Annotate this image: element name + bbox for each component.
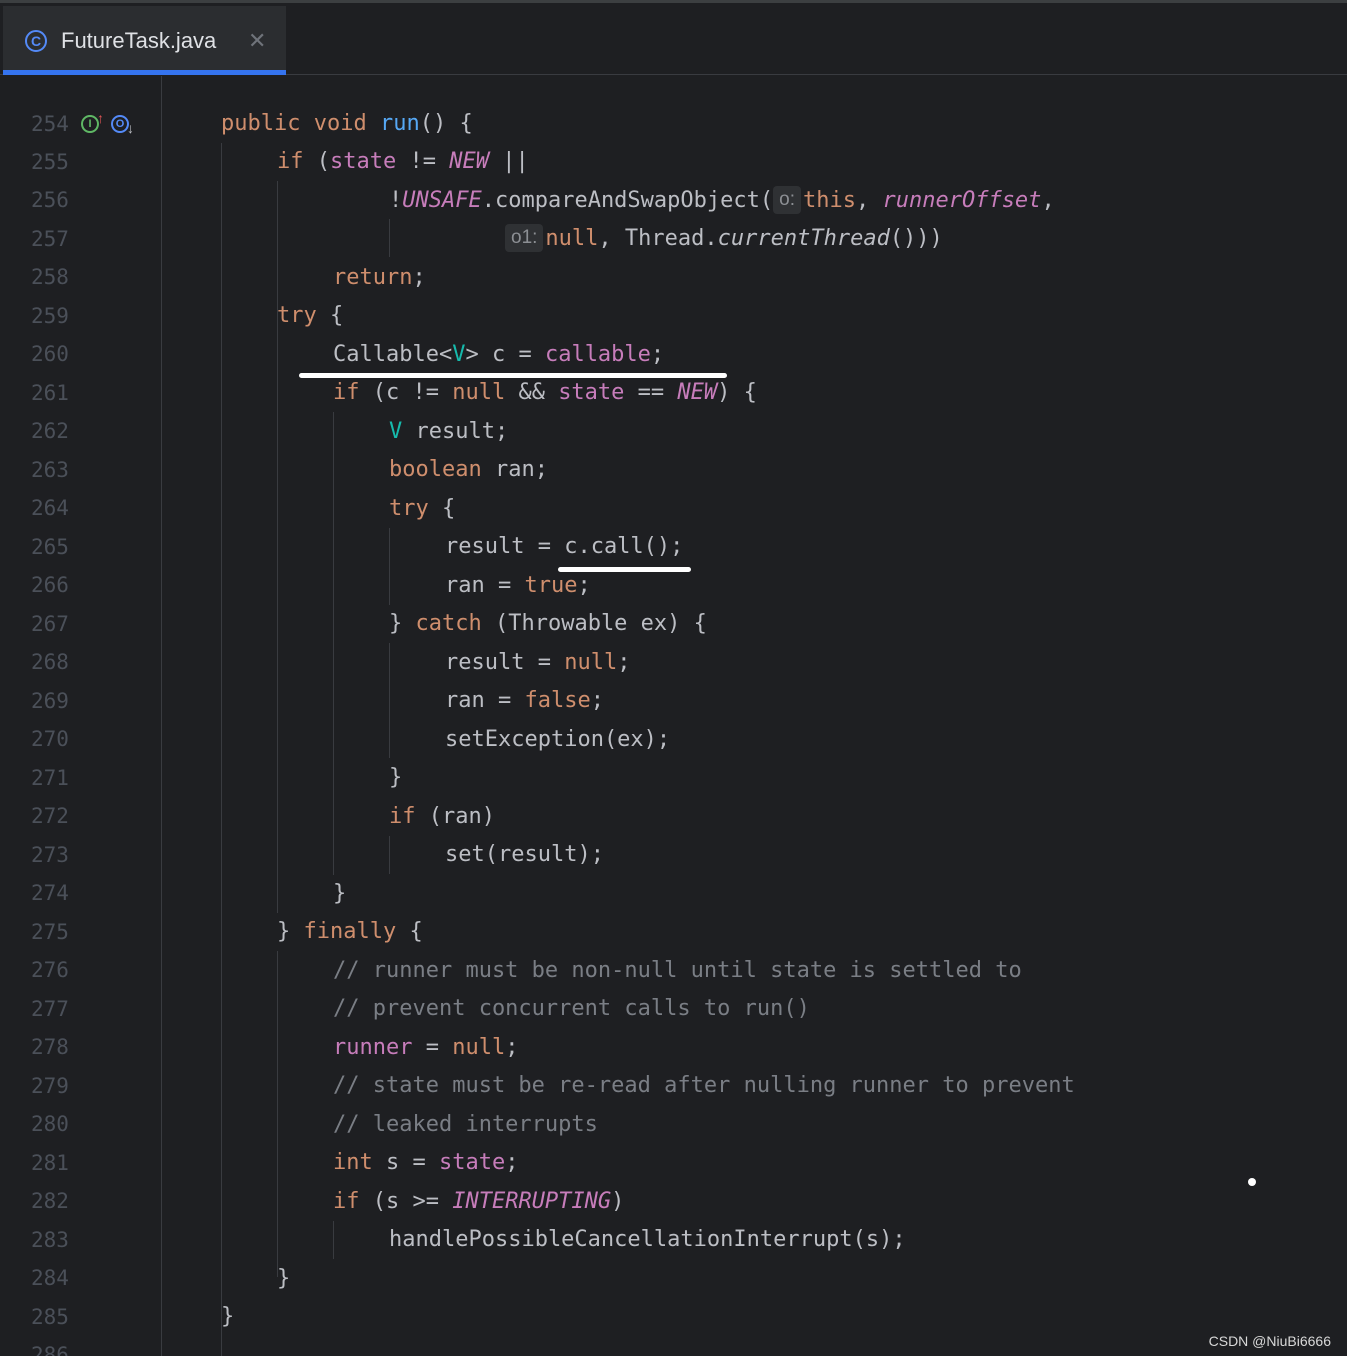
code-text: }: [333, 881, 347, 906]
code-line: 255 I ↑ O ↓ public void run() {: [3, 105, 1347, 174]
code-text: }: [221, 1304, 235, 1329]
code-line: 277 // runner must be non-null until sta…: [3, 952, 1347, 1021]
code-line: 256 if (state != NEW ||: [3, 143, 1347, 212]
code-line: 269 result = null;: [3, 644, 1347, 713]
code-line: 284 handlePossibleCancellationInterrupt(…: [3, 1221, 1347, 1290]
code-line: 280 // state must be re-read after nulli…: [3, 1067, 1347, 1136]
code-line: 285 }: [3, 1260, 1347, 1329]
code-text: boolean ran;: [389, 457, 548, 482]
code-text: set(result);: [445, 842, 604, 867]
editor-tab-bar: C FutureTask.java ✕: [0, 3, 1347, 75]
cursor-dot: [1248, 1178, 1256, 1186]
parameter-hint: o1:: [505, 224, 544, 252]
code-line: 262 if (c != null && state == NEW) {: [3, 374, 1347, 443]
code-line: 257 !UNSAFE.compareAndSwapObject(o: this,…: [3, 182, 1347, 251]
code-text: if (ran): [389, 804, 495, 829]
code-line: 265 try {: [3, 490, 1347, 559]
code-comment: // runner must be non-null until state i…: [333, 958, 1022, 983]
code-line: 272 }: [3, 759, 1347, 828]
code-text: result = null;: [445, 650, 631, 675]
code-text: handlePossibleCancellationInterrupt(s);: [389, 1227, 906, 1252]
code-text: o1: null, Thread.currentThread())): [505, 220, 943, 258]
underline-annotation: [299, 373, 727, 378]
code-line: 281 // leaked interrupts: [3, 1106, 1347, 1175]
code-line: 278 // prevent concurrent calls to run(): [3, 990, 1347, 1059]
code-text: try {: [277, 303, 344, 328]
code-comment: // state must be re-read after nulling r…: [333, 1073, 1075, 1098]
code-line: 279 runner = null;: [3, 1029, 1347, 1098]
code-line: 274 set(result);: [3, 836, 1347, 905]
code-text: public void run() {: [221, 111, 473, 136]
code-text: }: [277, 1266, 291, 1291]
code-text: } finally {: [277, 919, 423, 944]
code-text: return;: [333, 265, 426, 290]
code-line: 267 ran = true;: [3, 567, 1347, 636]
arrow-up-icon: ↑: [97, 110, 104, 126]
code-text: int s = state;: [333, 1150, 519, 1175]
code-text: setException(ex);: [445, 727, 671, 752]
watermark: CSDN @NiuBi6666: [1208, 1333, 1331, 1349]
code-text: !UNSAFE.compareAndSwapObject(o: this, run…: [389, 186, 1055, 214]
code-line: 261 Callable<V> c = callable;: [3, 336, 1347, 405]
code-line: 266 result = c.call();: [3, 528, 1347, 597]
code-text: try {: [389, 496, 456, 521]
code-text: runner = null;: [333, 1035, 519, 1060]
code-line: 264 boolean ran;: [3, 451, 1347, 520]
code-line: 268 } catch (Throwable ex) {: [3, 605, 1347, 674]
code-line: 258 o1: null, Thread.currentThread())): [3, 220, 1347, 289]
code-text: } catch (Throwable ex) {: [389, 611, 707, 636]
code-comment: // prevent concurrent calls to run(): [333, 996, 810, 1021]
arrow-down-icon: ↓: [127, 120, 134, 136]
code-line: 287: [3, 1337, 1347, 1356]
code-text: if (s >= INTERRUPTING): [333, 1189, 625, 1214]
code-text: result = c.call();: [445, 534, 684, 559]
close-icon[interactable]: ✕: [248, 28, 266, 54]
tab-label: FutureTask.java: [61, 28, 217, 53]
code-line: 282 int s = state;: [3, 1144, 1347, 1213]
class-c-icon: C: [25, 30, 47, 52]
code-text: ran = false;: [445, 688, 604, 713]
code-text: }: [389, 765, 403, 790]
code-line: 286 }: [3, 1298, 1347, 1356]
code-comment: // leaked interrupts: [333, 1112, 598, 1137]
underline-annotation: [558, 567, 691, 572]
code-editor[interactable]: 254 255 I ↑ O ↓ public void run() { 256 …: [3, 76, 1347, 1356]
code-line: 254: [3, 76, 1347, 136]
code-line: 275 }: [3, 875, 1347, 944]
parameter-hint: o:: [773, 186, 801, 214]
code-line: 283 if (s >= INTERRUPTING): [3, 1183, 1347, 1252]
code-line: 260 try {: [3, 297, 1347, 366]
code-text: V result;: [389, 419, 509, 444]
code-line: 263 V result;: [3, 413, 1347, 482]
gutter-icons: I ↑ O ↓: [81, 105, 160, 143]
code-line: 276 } finally {: [3, 913, 1347, 982]
code-text: ran = true;: [445, 573, 591, 598]
code-text: Callable<V> c = callable;: [333, 342, 665, 367]
code-line: 273 if (ran): [3, 798, 1347, 867]
code-line: 259 return;: [3, 259, 1347, 328]
tab-futuretask-java[interactable]: C FutureTask.java ✕: [3, 6, 286, 75]
code-text: if (state != NEW ||: [277, 149, 529, 174]
code-line: 271 setException(ex);: [3, 721, 1347, 790]
code-line: 270 ran = false;: [3, 682, 1347, 751]
code-text: if (c != null && state == NEW) {: [333, 380, 757, 405]
